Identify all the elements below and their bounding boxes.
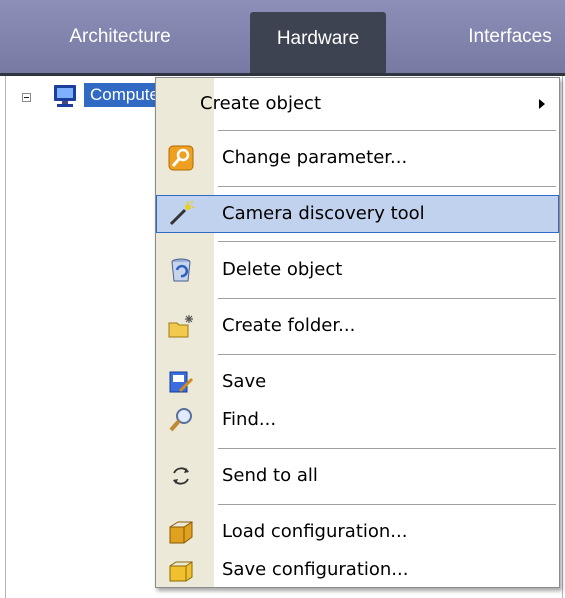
menu-item-create-folder[interactable]: Create folder... bbox=[156, 307, 559, 345]
menu-item-save-configuration[interactable]: Save configuration... bbox=[156, 551, 559, 589]
context-menu: Create object Change parameter... Camera bbox=[155, 77, 560, 588]
menu-item-label: Find... bbox=[222, 409, 277, 430]
menu-item-save[interactable]: Save bbox=[156, 363, 559, 401]
menu-separator bbox=[218, 504, 556, 505]
monitor-icon bbox=[52, 84, 78, 112]
save-box-icon bbox=[168, 557, 194, 583]
menu-item-delete-object[interactable]: Delete object bbox=[156, 251, 559, 289]
menu-separator bbox=[218, 448, 556, 449]
tab-interfaces[interactable]: Interfaces bbox=[440, 0, 565, 74]
menu-item-label: Delete object bbox=[222, 259, 343, 280]
menu-separator bbox=[218, 130, 556, 131]
load-box-icon bbox=[168, 519, 194, 545]
wrench-settings-icon bbox=[168, 145, 194, 171]
menu-item-create-object[interactable]: Create object bbox=[156, 85, 559, 123]
submenu-arrow-icon bbox=[539, 99, 545, 109]
discovery-wand-icon bbox=[168, 200, 194, 227]
menu-item-label: Save bbox=[222, 371, 267, 392]
new-folder-icon bbox=[168, 313, 194, 339]
menu-item-label: Create folder... bbox=[222, 315, 356, 336]
recycle-bin-icon bbox=[168, 257, 194, 283]
menu-item-label: Save configuration... bbox=[222, 559, 409, 580]
menu-separator bbox=[218, 186, 556, 187]
menu-separator bbox=[218, 354, 556, 355]
menu-item-find[interactable]: Find... bbox=[156, 401, 559, 439]
collapse-box-icon[interactable] bbox=[22, 93, 31, 102]
menu-item-label: Create object bbox=[200, 93, 321, 114]
menu-item-label: Camera discovery tool bbox=[222, 203, 425, 224]
menu-item-camera-discovery-tool[interactable]: Camera discovery tool bbox=[156, 195, 559, 233]
menu-item-send-to-all[interactable]: Send to all bbox=[156, 457, 559, 495]
menu-separator bbox=[218, 241, 556, 242]
menu-item-label: Send to all bbox=[222, 465, 318, 486]
tab-hardware[interactable]: Hardware bbox=[250, 12, 386, 74]
refresh-arrows-icon bbox=[168, 463, 194, 489]
menu-item-label: Change parameter... bbox=[222, 147, 408, 168]
menu-item-label: Load configuration... bbox=[222, 521, 408, 542]
tab-bar: Architecture Hardware Interfaces bbox=[0, 0, 565, 76]
magnifier-icon bbox=[168, 407, 194, 433]
tab-architecture[interactable]: Architecture bbox=[40, 0, 200, 74]
menu-item-load-configuration[interactable]: Load configuration... bbox=[156, 513, 559, 551]
menu-item-change-parameter[interactable]: Change parameter... bbox=[156, 139, 559, 177]
save-edit-icon bbox=[168, 369, 194, 395]
menu-separator bbox=[218, 298, 556, 299]
